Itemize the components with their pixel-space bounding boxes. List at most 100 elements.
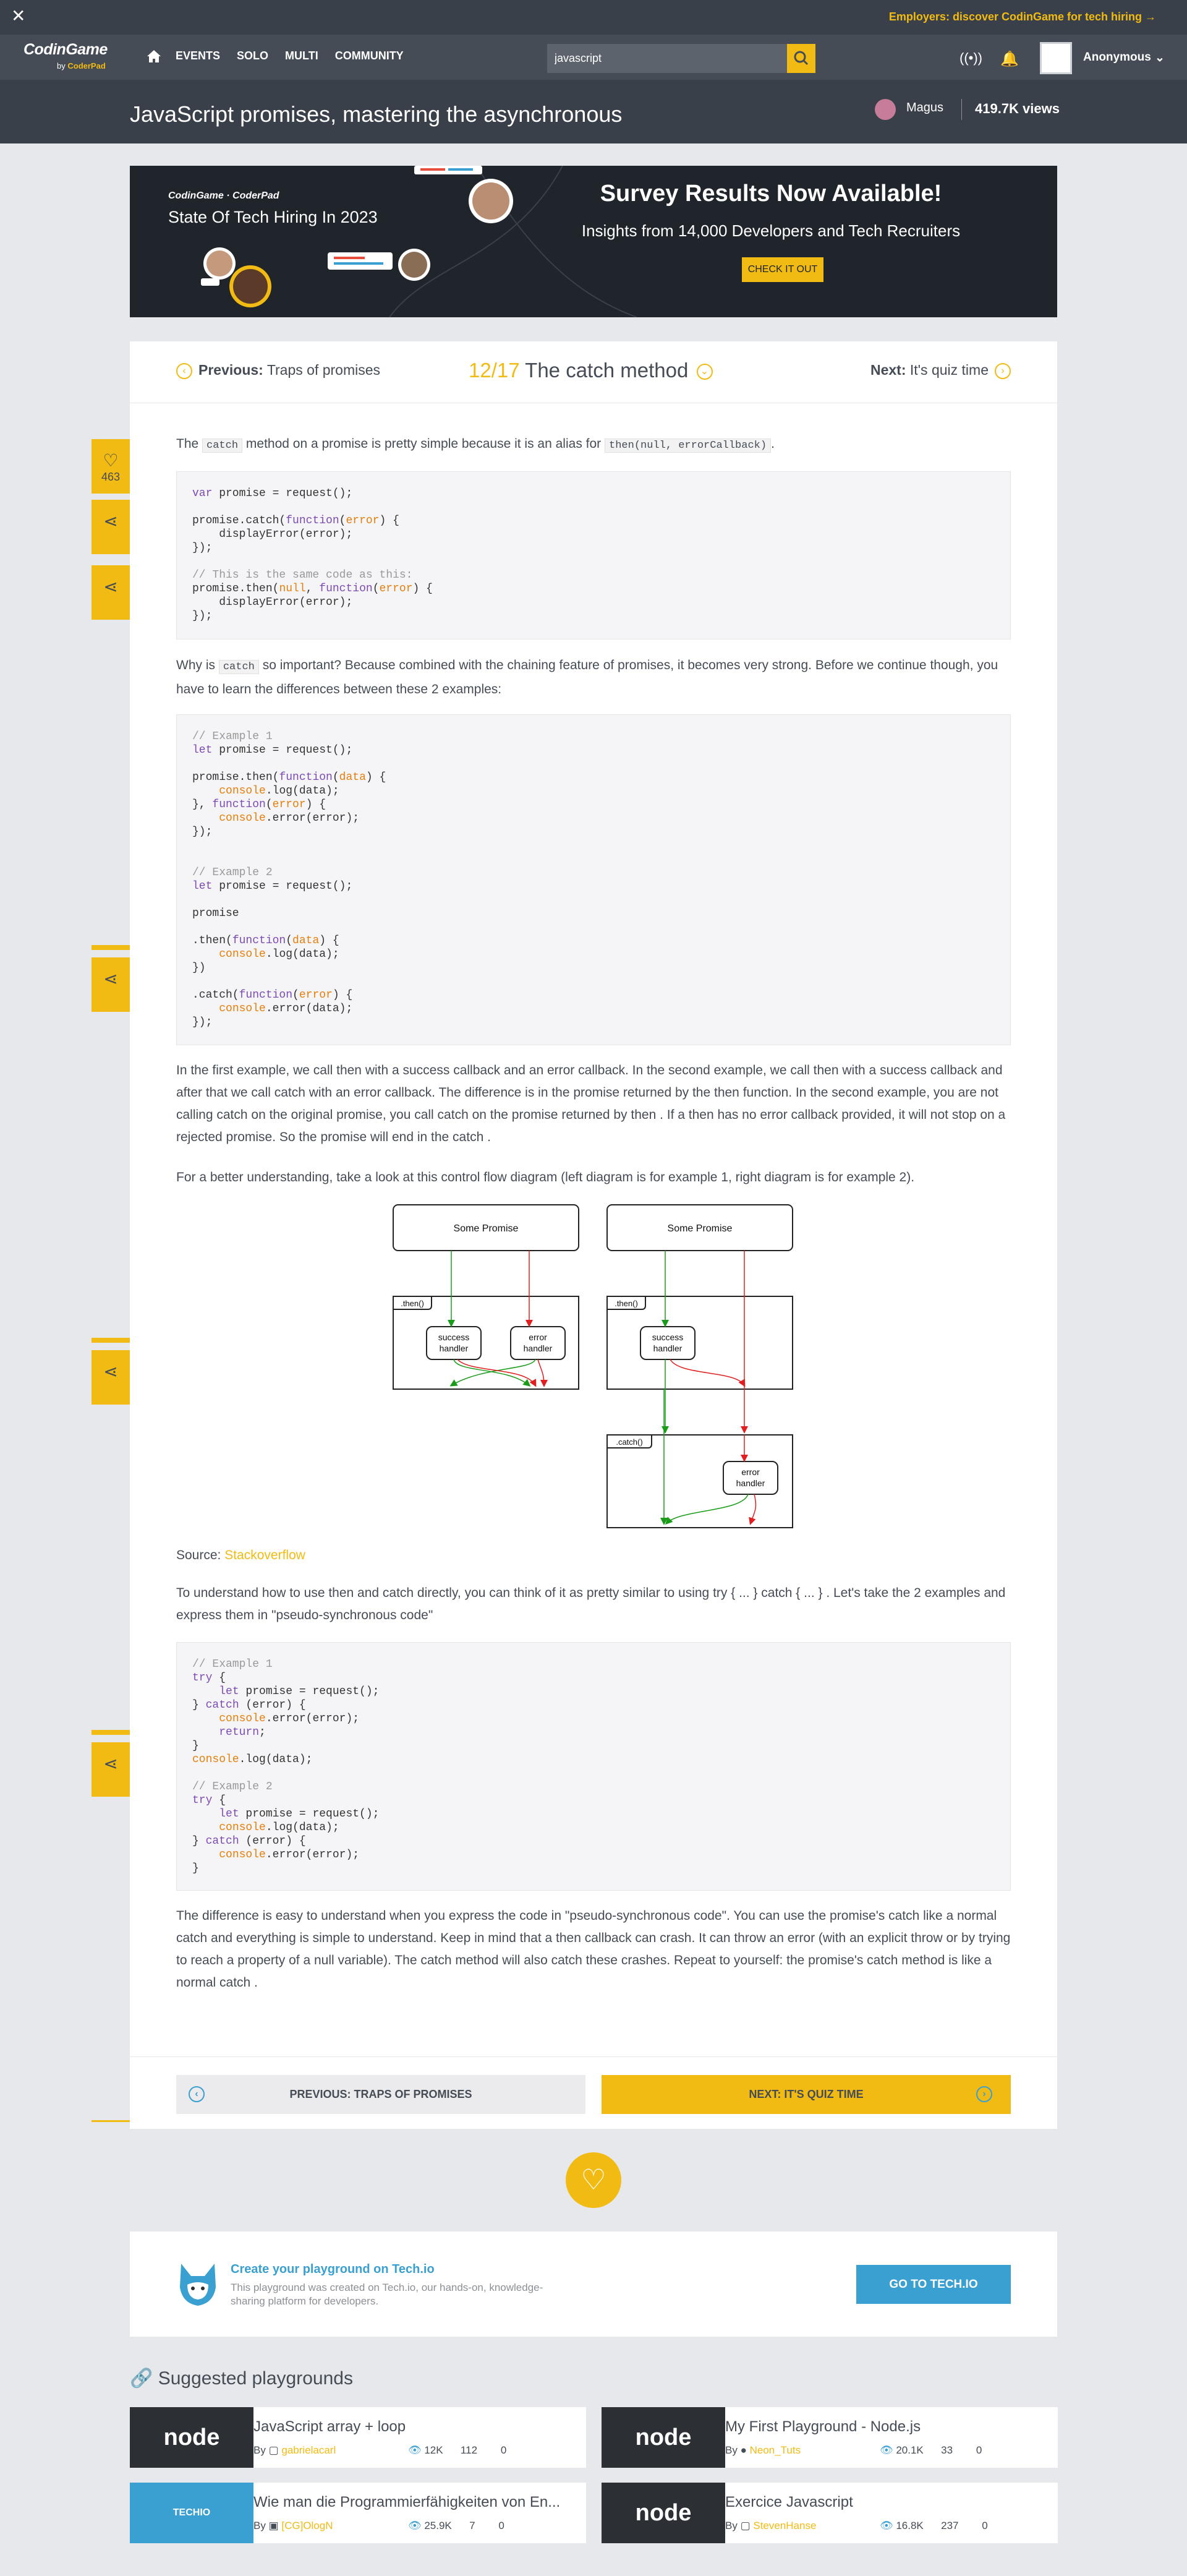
lesson-title[interactable]: 12/17 The catch method ⌄ xyxy=(469,359,719,382)
employers-link[interactable]: Employers: discover CodinGame for tech h… xyxy=(889,11,1156,24)
code-block-2[interactable]: // Example 1 let promise = request(); pr… xyxy=(176,714,1011,1045)
chevron-left-icon: ‹ xyxy=(176,362,192,379)
node-thumbnail: node xyxy=(130,2407,253,2468)
bell-icon[interactable]: 🔔 xyxy=(1000,50,1019,68)
svg-text:error: error xyxy=(529,1332,547,1342)
share-icon: ⋖ xyxy=(103,969,118,988)
search-button[interactable] xyxy=(787,44,815,73)
svg-text:.then(): .then() xyxy=(615,1299,638,1308)
side-marker xyxy=(91,945,130,950)
broadcast-icon[interactable]: ((•)) xyxy=(959,50,982,66)
nav-events[interactable]: EVENTS xyxy=(176,49,220,62)
techio-logo-icon xyxy=(180,2264,216,2306)
diagram-some-promise: Some Promise xyxy=(668,1223,733,1234)
banner-cta-button[interactable]: CHECK IT OUT xyxy=(742,257,823,282)
share-icon: ⋖ xyxy=(103,511,118,531)
source-line: Source: Stackoverflow xyxy=(176,1548,305,1562)
playground-card[interactable]: node My First Playground - Node.js By ● … xyxy=(602,2407,1058,2468)
nav-solo[interactable]: SOLO xyxy=(237,49,268,62)
code-block-3[interactable]: // Example 1 try { let promise = request… xyxy=(176,1642,1011,1891)
banner-brand: CodinGame · CoderPad xyxy=(168,190,279,201)
user-name[interactable]: Anonymous xyxy=(1083,51,1151,64)
next-lesson-button[interactable]: NEXT: IT'S QUIZ TIME › xyxy=(602,2075,1011,2114)
chevron-right-icon: › xyxy=(976,2086,992,2102)
link-icon: 🔗 xyxy=(130,2368,153,2389)
code-block-1[interactable]: var promise = request(); promise.catch(f… xyxy=(176,471,1011,640)
svg-text:error: error xyxy=(741,1467,760,1477)
heart-icon: ♡ xyxy=(103,451,119,470)
side-marker xyxy=(91,1338,130,1343)
banner-subtitle: State Of Tech Hiring In 2023 xyxy=(168,208,378,226)
paragraph: The difference is easy to understand whe… xyxy=(176,1909,1011,1990)
diagram-some-promise: Some Promise xyxy=(454,1223,519,1234)
share-button-3[interactable]: ⋖ xyxy=(91,957,130,1012)
share-button-5[interactable]: ⋖ xyxy=(91,1742,130,1797)
share-icon: ⋖ xyxy=(103,1362,118,1381)
search-icon xyxy=(794,51,809,66)
chevron-down-icon[interactable]: ⌄ xyxy=(1155,51,1165,65)
techio-thumbnail: TECHIO xyxy=(130,2483,253,2543)
go-to-techio-button[interactable]: GO TO TECH.IO xyxy=(856,2265,1011,2304)
nav-community[interactable]: COMMUNITY xyxy=(335,49,404,62)
search-input[interactable] xyxy=(547,44,787,73)
nav-multi[interactable]: MULTI xyxy=(285,49,318,62)
svg-text:success: success xyxy=(652,1332,684,1342)
paragraph: Why is catch so important? Because combi… xyxy=(176,658,998,696)
playground-card[interactable]: node Exercice Javascript By ▢ StevenHans… xyxy=(602,2483,1058,2543)
side-marker xyxy=(91,2120,130,2122)
avatar[interactable] xyxy=(1040,42,1072,74)
author-name[interactable]: Magus xyxy=(906,101,943,115)
side-marker xyxy=(91,1730,130,1735)
node-thumbnail: node xyxy=(602,2407,725,2468)
chevron-down-icon: ⌄ xyxy=(696,364,713,380)
svg-text:handler: handler xyxy=(736,1478,765,1488)
paragraph: For a better understanding, take a look … xyxy=(176,1170,915,1184)
promo-desc: This playground was created on Tech.io, … xyxy=(231,2282,543,2307)
control-flow-diagram: Some Promise Some Promise .then() .then(… xyxy=(393,1204,793,1528)
divider xyxy=(961,99,962,120)
heart-icon: ♡ xyxy=(581,2163,606,2196)
prev-lesson-button[interactable]: ‹ PREVIOUS: TRAPS OF PROMISES xyxy=(176,2075,585,2114)
paragraph: The catch method on a promise is pretty … xyxy=(176,437,775,453)
playground-card[interactable]: node JavaScript array + loop By ▢ gabrie… xyxy=(130,2407,586,2468)
svg-text:handler: handler xyxy=(653,1343,683,1353)
chevron-left-icon: ‹ xyxy=(189,2086,205,2102)
share-icon: ⋖ xyxy=(103,577,118,596)
svg-text:handler: handler xyxy=(524,1343,553,1353)
prev-link[interactable]: ‹ Previous: Traps of promises xyxy=(176,362,380,379)
promo-title[interactable]: Create your playground on Tech.io xyxy=(231,2262,435,2277)
author-avatar[interactable] xyxy=(875,99,896,120)
paragraph: In the first example, we call then with … xyxy=(176,1063,1006,1144)
source-link[interactable]: Stackoverflow xyxy=(224,1548,305,1562)
view-count: 419.7K views xyxy=(975,101,1060,116)
techio-promo: Create your playground on Tech.io This p… xyxy=(130,2232,1057,2337)
playground-card[interactable]: TECHIO Wie man die Programmierfähigkeite… xyxy=(130,2483,586,2543)
like-heart-button[interactable]: ♡ xyxy=(566,2152,621,2208)
next-link[interactable]: Next: It's quiz time › xyxy=(870,362,1011,379)
banner-headline: Survey Results Now Available! xyxy=(600,181,942,207)
close-icon[interactable]: ✕ xyxy=(11,7,25,25)
suggested-heading: 🔗 Suggested playgrounds xyxy=(130,2368,353,2389)
card-divider xyxy=(130,2056,1057,2057)
share-button-2[interactable]: ⋖ xyxy=(91,565,130,620)
share-icon: ⋖ xyxy=(103,1754,118,1773)
top-strip: ✕ Employers: discover CodinGame for tech… xyxy=(0,0,1187,35)
like-button[interactable]: ♡ 463 xyxy=(91,439,130,494)
lesson-pager: ‹ Previous: Traps of promises 12/17 The c… xyxy=(130,341,1057,403)
node-thumbnail: node xyxy=(602,2483,725,2543)
page-title: JavaScript promises, mastering the async… xyxy=(130,101,623,127)
banner-tagline: Insights from 14,000 Developers and Tech… xyxy=(581,221,961,240)
paragraph: To understand how to use then and catch … xyxy=(176,1586,1006,1622)
like-count: 463 xyxy=(101,471,121,483)
share-button[interactable]: ⋖ xyxy=(91,500,130,554)
home-icon[interactable] xyxy=(147,49,161,63)
chevron-right-icon: › xyxy=(995,362,1011,379)
survey-banner[interactable]: CodinGame · CoderPad State Of Tech Hirin… xyxy=(130,166,1057,317)
logo-main: CodinGame xyxy=(23,41,108,58)
share-button-4[interactable]: ⋖ xyxy=(91,1350,130,1405)
svg-text:handler: handler xyxy=(440,1343,469,1353)
svg-text:success: success xyxy=(438,1332,470,1342)
nav-menu: EVENTS SOLO MULTI COMMUNITY xyxy=(176,49,420,62)
logo-sub: by CoderPad xyxy=(57,61,106,71)
codingame-logo[interactable]: CodinGame by CoderPad xyxy=(23,41,108,71)
